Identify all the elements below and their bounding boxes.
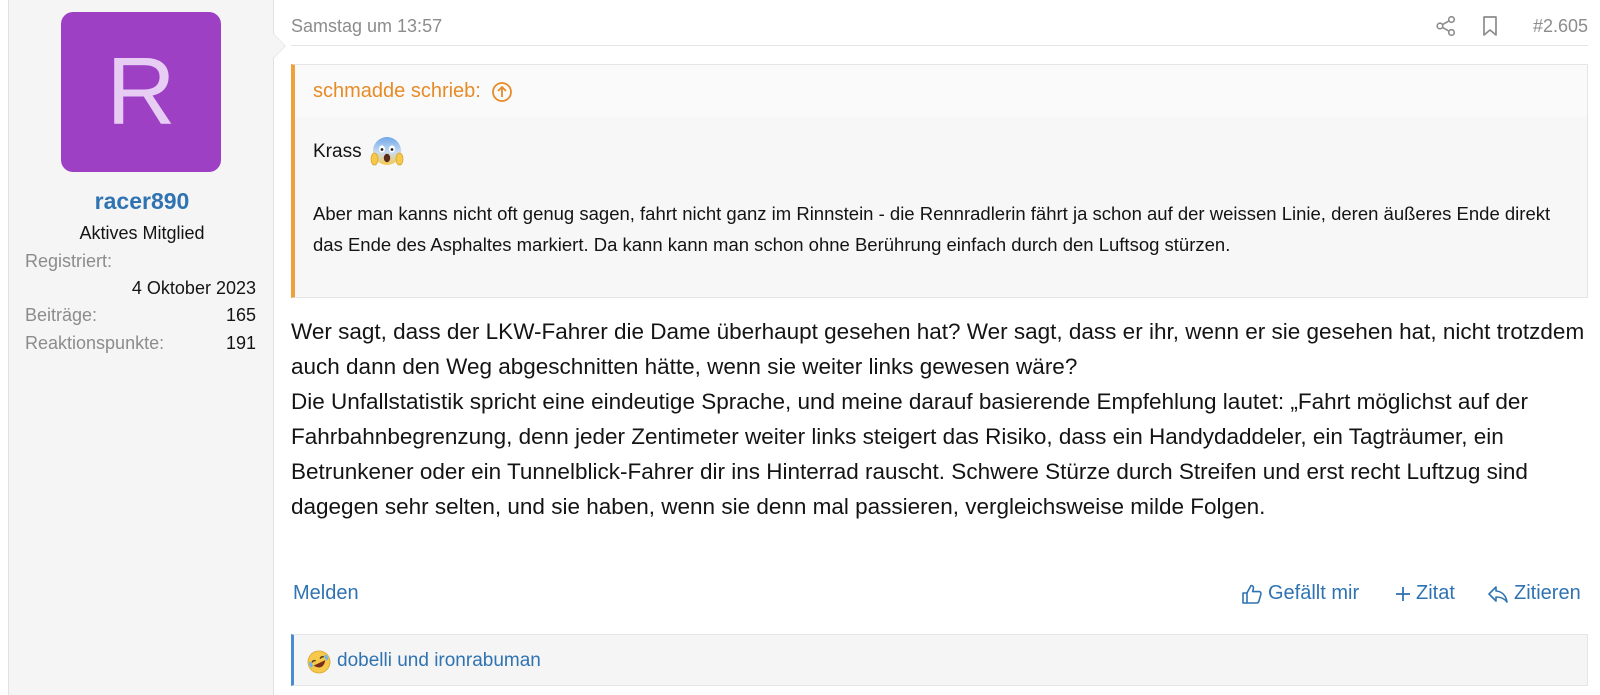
post-header: Samstag um 13:57 #2.605 <box>291 0 1588 46</box>
registered-label: Registriert: <box>25 251 113 271</box>
quote-author-link[interactable]: schmadde schrieb: <box>313 80 513 103</box>
report-button[interactable]: Melden <box>293 582 359 605</box>
post-number-link[interactable]: #2.605 <box>1533 16 1588 37</box>
quote-author: schmadde schrieb: <box>313 80 481 102</box>
plus-icon <box>1396 586 1410 601</box>
like-label: Gefällt mir <box>1268 582 1360 604</box>
quote-line: Krass <box>313 135 404 169</box>
rolling-on-floor-laughing-emoji <box>307 650 331 674</box>
reaction-users-link[interactable]: dobelli und ironrabuman <box>337 650 541 672</box>
avatar-letter: R <box>106 38 176 145</box>
reactions-bar[interactable]: dobelli und ironrabuman <box>291 634 1588 686</box>
quote-text-krass: Krass <box>313 141 362 162</box>
screaming-face-emoji <box>370 137 403 166</box>
thumbs-up-icon <box>1242 584 1262 604</box>
arrow-up-circle-icon[interactable] <box>491 81 513 103</box>
quote-paragraph: Aber man kanns nicht oft genug sagen, fa… <box>313 203 1551 255</box>
multi-quote-button[interactable]: Zitat <box>1395 582 1455 605</box>
reply-arrow-icon <box>1488 585 1508 603</box>
bookmark-icon[interactable] <box>1480 15 1500 37</box>
reply-quote-label: Zitieren <box>1514 582 1581 604</box>
post-main: Samstag um 13:57 #2.605 schmadde schrieb… <box>291 0 1588 695</box>
forum-post: R racer890 Aktives Mitglied Registriert:… <box>0 0 1600 695</box>
post-actions: Melden Gefällt mir Zitat Zitieren <box>291 582 1588 612</box>
post-date[interactable]: Samstag um 13:57 <box>291 16 442 37</box>
reply-quote-button[interactable]: Zitieren <box>1487 582 1581 605</box>
post-message: Wer sagt, dass der LKW-Fahrer die Dame ü… <box>291 314 1588 524</box>
registered-value: 4 Oktober 2023 <box>131 278 256 298</box>
message-paragraph-1: Wer sagt, dass der LKW-Fahrer die Dame ü… <box>291 319 1585 379</box>
message-paragraph-2: Die Unfallstatistik spricht eine eindeut… <box>291 389 1528 519</box>
user-title: Aktives Mitglied <box>79 223 205 243</box>
posts-label: Beiträge: <box>25 305 98 325</box>
avatar[interactable]: R <box>61 12 221 172</box>
user-info-panel: R racer890 Aktives Mitglied Registriert:… <box>8 0 286 695</box>
multi-quote-label: Zitat <box>1416 582 1455 604</box>
quote-block: schmadde schrieb: Krass Aber man kanns n… <box>291 64 1588 298</box>
share-icon[interactable] <box>1435 15 1457 37</box>
reaction-points-label: Reaktionspunkte: <box>25 333 165 353</box>
reaction-points-value: 191 <box>225 333 256 353</box>
like-button[interactable]: Gefällt mir <box>1241 582 1359 605</box>
username-link[interactable]: racer890 <box>9 188 275 215</box>
posts-value: 165 <box>225 305 256 325</box>
